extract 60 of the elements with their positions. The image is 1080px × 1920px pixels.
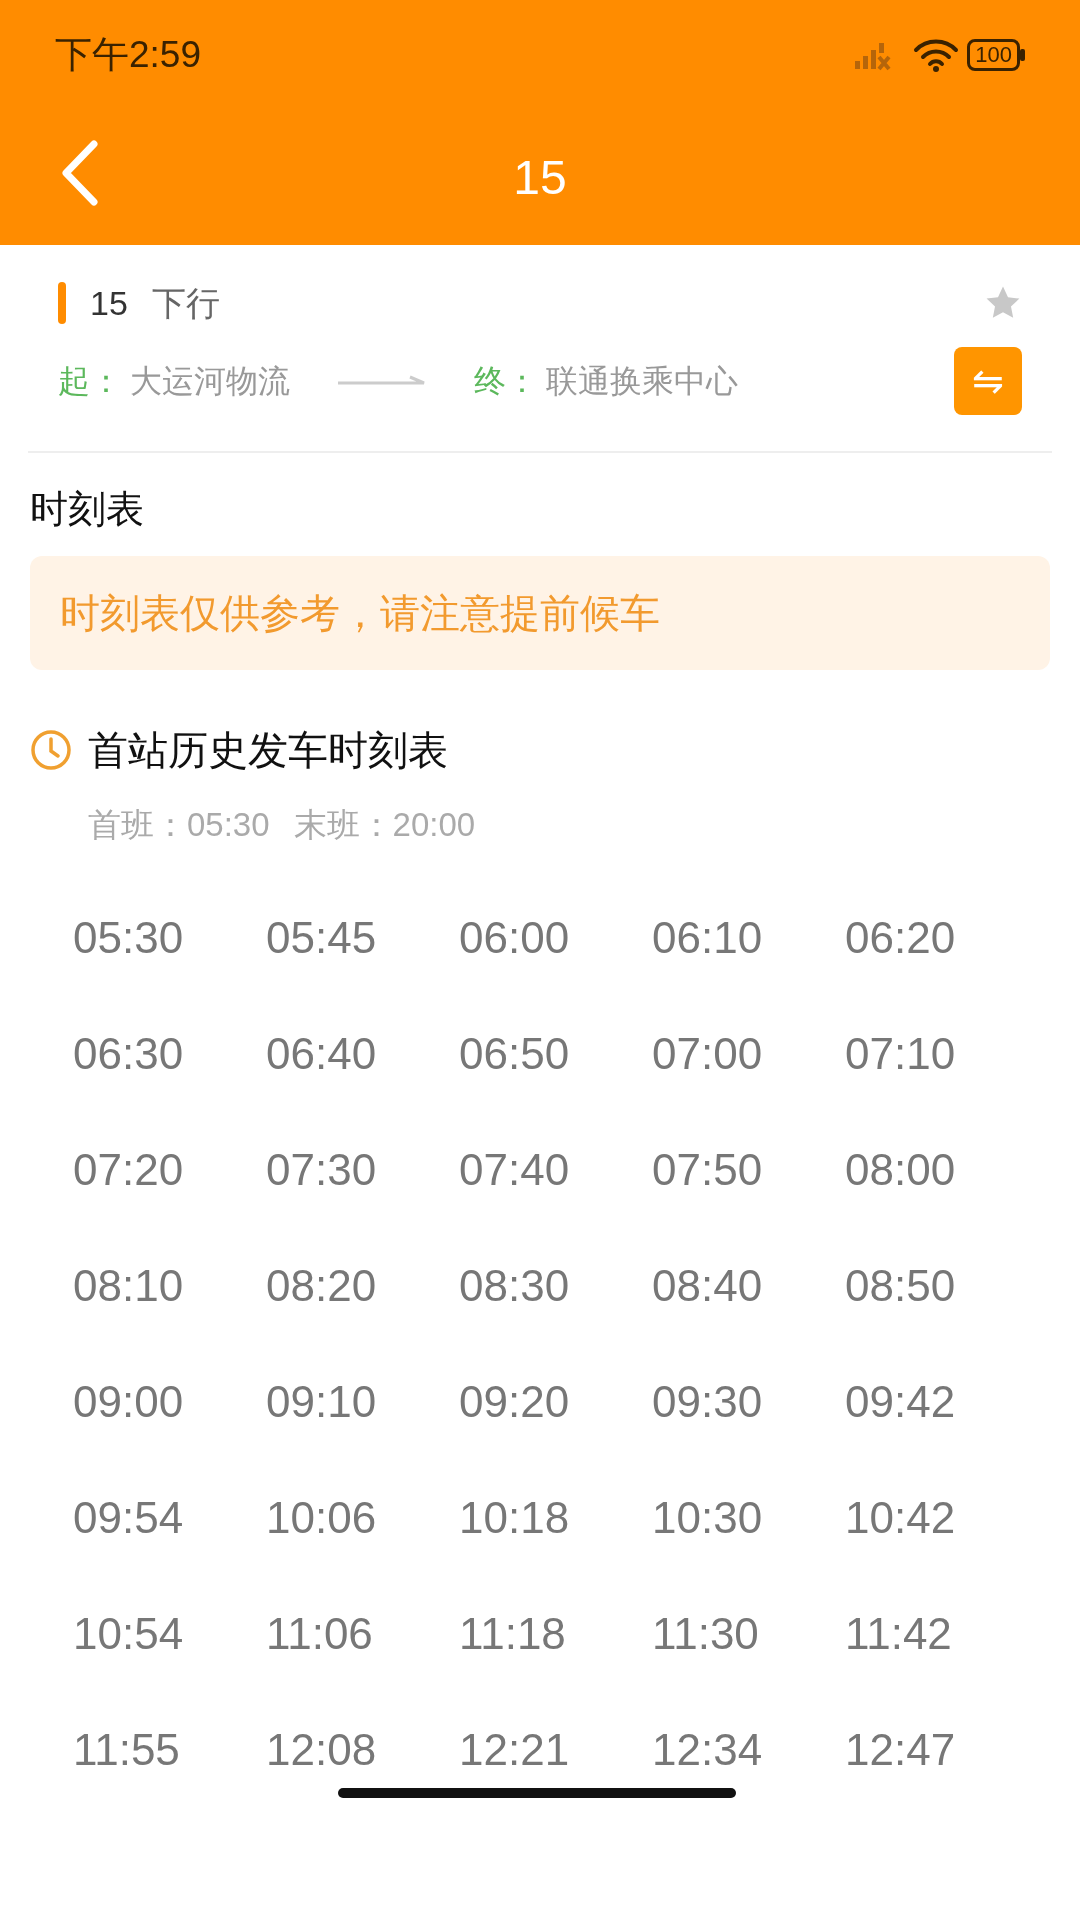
- departure-time: 08:10: [73, 1259, 185, 1312]
- departure-time: 11:55: [73, 1723, 181, 1776]
- departure-time: 11:06: [266, 1607, 374, 1660]
- schedule-title: 首站历史发车时刻表: [88, 727, 448, 774]
- route-number: 15: [90, 282, 128, 324]
- departure-time: 08:40: [652, 1259, 764, 1312]
- departure-time: 08:00: [845, 1143, 957, 1196]
- departure-time: 09:54: [73, 1491, 185, 1544]
- route-direction: 下行: [151, 282, 220, 324]
- start-station: 大运河物流: [130, 362, 290, 401]
- departure-time: 10:30: [652, 1491, 764, 1544]
- departure-time: 06:40: [266, 1027, 378, 1080]
- departure-time: 11:42: [845, 1607, 953, 1660]
- last-bus-time: 末班：20:00: [293, 805, 476, 845]
- departure-time: 08:20: [266, 1259, 378, 1312]
- departure-time: 06:50: [459, 1027, 571, 1080]
- departure-time: 09:42: [845, 1375, 957, 1428]
- departure-time: 10:42: [845, 1491, 957, 1544]
- departure-time: 09:10: [266, 1375, 378, 1428]
- departure-time: 10:18: [459, 1491, 571, 1544]
- notice-banner: 时刻表仅供参考，请注意提前候车: [30, 556, 1050, 670]
- battery-tip-icon: [1020, 49, 1025, 61]
- departure-time: 09:00: [73, 1375, 185, 1428]
- departure-time: 06:30: [73, 1027, 185, 1080]
- first-bus-time: 首班：05:30: [88, 805, 270, 845]
- departure-time: 06:00: [459, 911, 571, 964]
- departure-time: 08:50: [845, 1259, 957, 1312]
- back-icon[interactable]: [60, 138, 100, 208]
- departure-time: 11:30: [652, 1607, 760, 1660]
- page-title: 15: [513, 149, 567, 206]
- departure-time: 12:34: [652, 1723, 764, 1776]
- end-label: 终：: [474, 362, 538, 401]
- departure-time: 06:20: [845, 911, 957, 964]
- departure-time: 12:21: [459, 1723, 571, 1776]
- departure-time: 12:08: [266, 1723, 378, 1776]
- departure-time: 07:10: [845, 1027, 957, 1080]
- departure-time: 07:40: [459, 1143, 571, 1196]
- accent-bar: [58, 282, 66, 324]
- departure-time: 07:00: [652, 1027, 764, 1080]
- departure-time: 09:20: [459, 1375, 571, 1428]
- section-title: 时刻表: [29, 487, 145, 532]
- swap-direction-button[interactable]: ⇋: [954, 347, 1022, 415]
- departure-time: 07:20: [73, 1143, 185, 1196]
- clock-icon: [30, 729, 72, 771]
- battery-level: 100: [967, 39, 1020, 71]
- departure-time: 07:50: [652, 1143, 764, 1196]
- wifi-icon: [913, 38, 960, 72]
- status-time: 下午2:59: [55, 33, 201, 78]
- departure-time: 10:06: [266, 1491, 378, 1544]
- departure-time: 11:18: [459, 1607, 567, 1660]
- departure-time: 12:47: [845, 1723, 957, 1776]
- departure-time: 05:45: [266, 911, 378, 964]
- departure-time: 05:30: [73, 911, 185, 964]
- departure-time: 08:30: [459, 1259, 571, 1312]
- start-label: 起：: [58, 362, 122, 401]
- departure-time: 06:10: [652, 911, 764, 964]
- end-station: 联通换乘中心: [546, 362, 738, 401]
- departure-time: 10:54: [73, 1607, 185, 1660]
- departure-time: 07:30: [266, 1143, 378, 1196]
- departure-time: 09:30: [652, 1375, 764, 1428]
